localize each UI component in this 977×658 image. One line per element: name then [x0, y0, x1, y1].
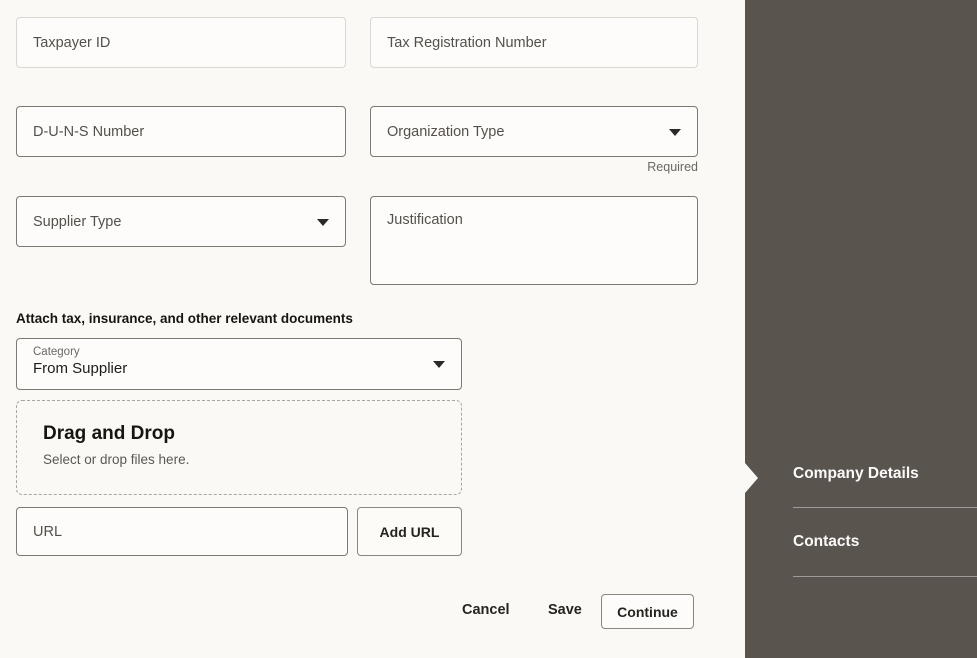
required-hint: Required [370, 160, 698, 174]
tax-registration-number-input[interactable] [370, 17, 698, 68]
sidebar-item-company-details[interactable]: Company Details [793, 465, 977, 483]
organization-type-placeholder: Organization Type [387, 124, 504, 140]
tax-registration-number-field [370, 17, 698, 68]
supplier-type-placeholder: Supplier Type [33, 214, 121, 230]
dropzone-title: Drag and Drop [43, 423, 461, 445]
url-input[interactable] [16, 507, 348, 556]
justification-textarea[interactable] [370, 196, 698, 285]
url-field [16, 507, 348, 556]
category-label: Category [33, 346, 445, 358]
supplier-registration-form: Organization Type Required Supplier Type… [0, 0, 977, 658]
sidebar-item-contacts[interactable]: Contacts [793, 533, 977, 551]
chevron-down-icon [317, 219, 329, 226]
sidebar-separator [793, 576, 977, 577]
category-value: From Supplier [33, 360, 445, 377]
attachments-heading: Attach tax, insurance, and other relevan… [16, 311, 353, 326]
active-step-arrow-icon [745, 463, 758, 493]
continue-button[interactable]: Continue [601, 594, 694, 629]
chevron-down-icon [669, 129, 681, 136]
add-url-button[interactable]: Add URL [357, 507, 462, 556]
supplier-type-select[interactable]: Supplier Type [16, 196, 346, 247]
dropzone-subtitle: Select or drop files here. [43, 452, 461, 467]
chevron-down-icon [433, 361, 445, 368]
file-dropzone[interactable]: Drag and Drop Select or drop files here. [16, 400, 462, 495]
taxpayer-id-field [16, 17, 346, 68]
steps-sidebar: Company Details Contacts [745, 0, 977, 658]
sidebar-separator [793, 507, 977, 508]
attachment-category-select[interactable]: Category From Supplier [16, 338, 462, 390]
cancel-button[interactable]: Cancel [462, 602, 510, 618]
save-button[interactable]: Save [548, 602, 582, 618]
duns-number-field [16, 106, 346, 157]
organization-type-select[interactable]: Organization Type [370, 106, 698, 157]
justification-field [370, 196, 698, 285]
duns-number-input[interactable] [16, 106, 346, 157]
taxpayer-id-input[interactable] [16, 17, 346, 68]
